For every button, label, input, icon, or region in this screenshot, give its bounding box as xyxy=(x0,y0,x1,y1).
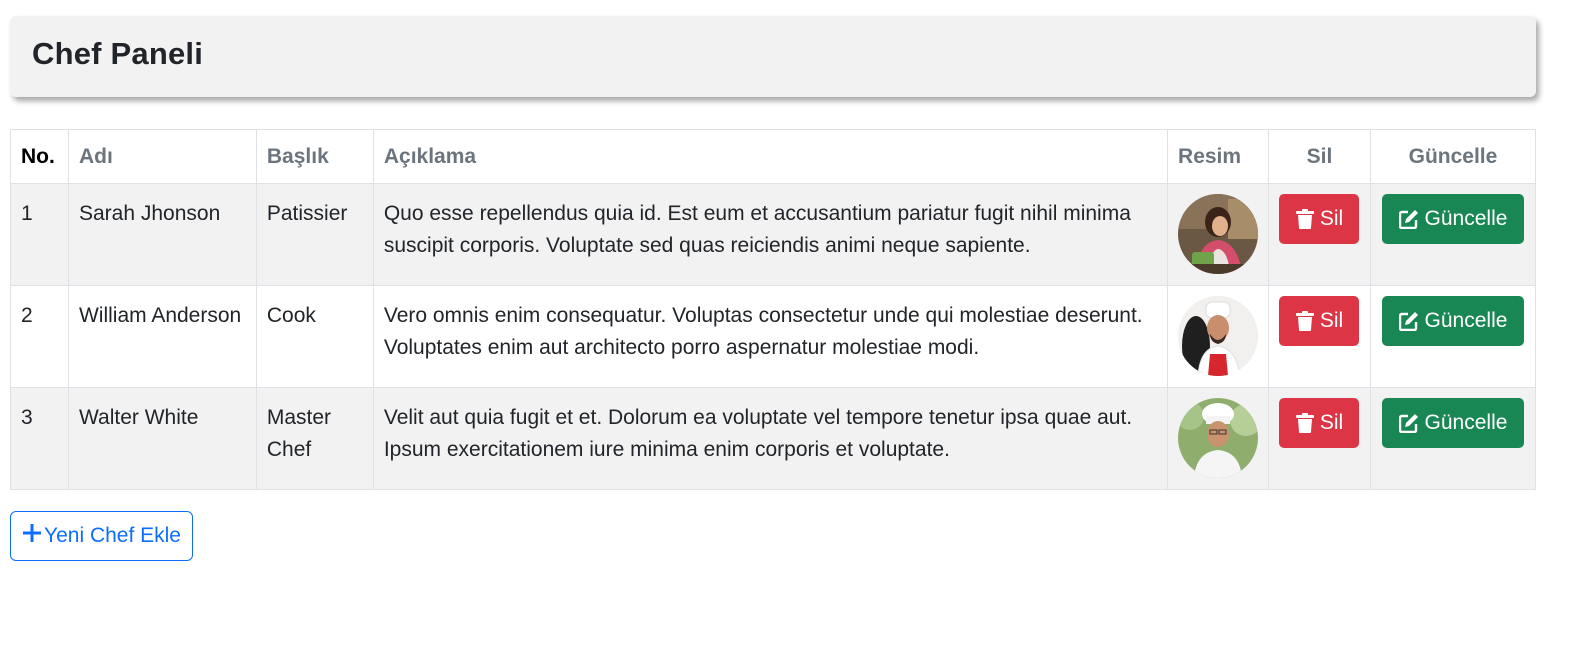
update-cell: Güncelle xyxy=(1369,387,1537,490)
table-header-row: No. Adı Başlık Açıklama Resim Sil Güncel… xyxy=(10,129,1537,184)
update-cell: Güncelle xyxy=(1369,285,1537,388)
page-title: Chef Paneli xyxy=(32,36,204,71)
trash-icon xyxy=(1295,413,1314,433)
delete-button[interactable]: Sil xyxy=(1279,296,1360,346)
update-button-label: Güncelle xyxy=(1424,207,1508,230)
delete-button[interactable]: Sil xyxy=(1279,194,1360,244)
chef-description: Vero omnis enim consequatur. Voluptas co… xyxy=(372,285,1169,388)
update-button[interactable]: Güncelle xyxy=(1381,398,1524,448)
column-header-update: Güncelle xyxy=(1369,129,1537,184)
chef-table: No. Adı Başlık Açıklama Resim Sil Güncel… xyxy=(10,129,1537,490)
chef-avatar xyxy=(1178,296,1259,376)
update-button-label: Güncelle xyxy=(1424,411,1508,434)
table-row: 1 Sarah Jhonson Patissier Quo esse repel… xyxy=(10,183,1537,286)
chef-avatar xyxy=(1178,194,1259,274)
delete-button[interactable]: Sil xyxy=(1279,398,1360,448)
row-number: 2 xyxy=(10,285,69,388)
update-button-label: Güncelle xyxy=(1424,309,1508,332)
delete-button-label: Sil xyxy=(1319,207,1344,230)
chef-avatar xyxy=(1178,398,1259,478)
chef-title: Master Chef xyxy=(255,387,374,490)
add-chef-button[interactable]: Yeni Chef Ekle xyxy=(10,511,193,561)
column-header-no: No. xyxy=(10,129,69,184)
update-button[interactable]: Güncelle xyxy=(1381,296,1524,346)
update-cell: Güncelle xyxy=(1369,183,1537,286)
delete-button-label: Sil xyxy=(1319,411,1344,434)
chef-name: Sarah Jhonson xyxy=(67,183,257,286)
edit-icon xyxy=(1398,311,1419,331)
chef-name: William Anderson xyxy=(67,285,257,388)
delete-cell: Sil xyxy=(1268,183,1371,286)
chef-description: Quo esse repellendus quia id. Est eum et… xyxy=(372,183,1169,286)
column-header-name: Adı xyxy=(67,129,257,184)
chef-title: Patissier xyxy=(255,183,374,286)
header-card: Chef Paneli xyxy=(10,16,1536,97)
edit-icon xyxy=(1398,209,1419,229)
table-row: 3 Walter White Master Chef Velit aut qui… xyxy=(10,387,1537,490)
edit-icon xyxy=(1398,413,1419,433)
row-number: 1 xyxy=(10,183,69,286)
image-cell xyxy=(1167,285,1269,388)
column-header-delete: Sil xyxy=(1268,129,1371,184)
delete-cell: Sil xyxy=(1268,285,1371,388)
delete-cell: Sil xyxy=(1268,387,1371,490)
update-button[interactable]: Güncelle xyxy=(1381,194,1524,244)
chef-description: Velit aut quia fugit et et. Dolorum ea v… xyxy=(372,387,1169,490)
table-row: 2 William Anderson Cook Vero omnis enim … xyxy=(10,285,1537,388)
image-cell xyxy=(1167,387,1269,490)
page: Chef Paneli No. Adı Başlık Açıklama Resi… xyxy=(0,0,1594,658)
column-header-title: Başlık xyxy=(255,129,374,184)
row-number: 3 xyxy=(10,387,69,490)
delete-button-label: Sil xyxy=(1319,309,1344,332)
column-header-description: Açıklama xyxy=(372,129,1169,184)
image-cell xyxy=(1167,183,1269,286)
chef-title: Cook xyxy=(255,285,374,388)
column-header-image: Resim xyxy=(1167,129,1269,184)
trash-icon xyxy=(1295,209,1314,229)
add-chef-button-label: Yeni Chef Ekle xyxy=(44,524,181,547)
chef-name: Walter White xyxy=(67,387,257,490)
trash-icon xyxy=(1295,311,1314,331)
plus-icon xyxy=(22,523,42,549)
